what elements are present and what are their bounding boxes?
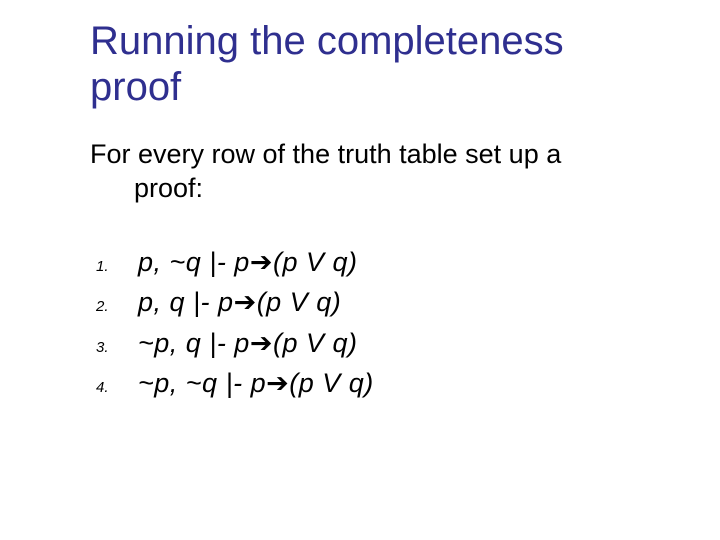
formula-suffix: (p V q) [257, 287, 342, 317]
title-line-2: proof [90, 65, 181, 109]
intro-text: For every row of the truth table set up … [90, 138, 680, 206]
item-number: 3. [96, 337, 138, 360]
intro-line-1: For every row of the truth table set up … [90, 139, 561, 169]
intro-line-2: proof: [96, 172, 680, 206]
proof-list: 1. p, ~q |- p➔(p V q) 2. p, q |- p➔(p V … [90, 242, 680, 404]
formula-suffix: (p V q) [289, 368, 374, 398]
item-number: 4. [96, 377, 138, 400]
item-number: 2. [96, 296, 138, 319]
item-formula: p, ~q |- p➔(p V q) [138, 242, 357, 283]
formula-prefix: p, ~q |- p [138, 247, 250, 277]
slide-title: Running the completeness proof [90, 18, 680, 110]
formula-prefix: p, q |- p [138, 287, 234, 317]
slide: Running the completeness proof For every… [0, 0, 720, 540]
list-item: 3. ~p, q |- p➔(p V q) [96, 323, 680, 364]
item-number: 1. [96, 256, 138, 279]
formula-suffix: (p V q) [273, 247, 358, 277]
arrow-icon: ➔ [250, 247, 273, 277]
arrow-icon: ➔ [234, 287, 257, 317]
item-formula: ~p, q |- p➔(p V q) [138, 323, 357, 364]
list-item: 4. ~p, ~q |- p➔(p V q) [96, 363, 680, 404]
title-line-1: Running the completeness [90, 19, 564, 63]
item-formula: p, q |- p➔(p V q) [138, 282, 341, 323]
list-item: 1. p, ~q |- p➔(p V q) [96, 242, 680, 283]
arrow-icon: ➔ [266, 368, 289, 398]
list-item: 2. p, q |- p➔(p V q) [96, 282, 680, 323]
formula-suffix: (p V q) [273, 328, 358, 358]
formula-prefix: ~p, q |- p [138, 328, 250, 358]
formula-prefix: ~p, ~q |- p [138, 368, 266, 398]
item-formula: ~p, ~q |- p➔(p V q) [138, 363, 374, 404]
arrow-icon: ➔ [250, 328, 273, 358]
